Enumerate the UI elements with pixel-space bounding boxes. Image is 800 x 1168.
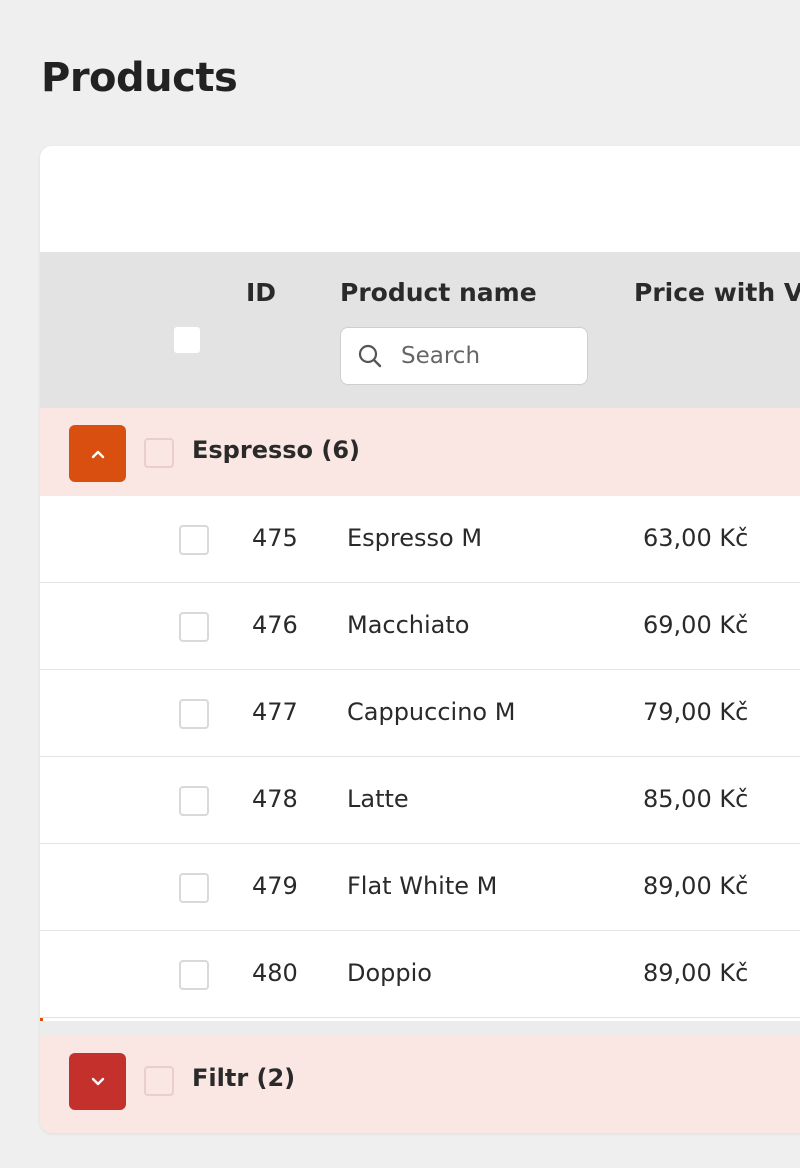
table-row[interactable]: 479 Flat White M 89,00 Kč — [40, 844, 800, 931]
cell-id: 475 — [252, 524, 298, 552]
cell-product-name: Flat White M — [347, 872, 498, 900]
cell-id: 480 — [252, 959, 298, 987]
cell-product-name: Cappuccino M — [347, 698, 516, 726]
search-input[interactable] — [401, 343, 571, 369]
product-rows: 475 Espresso M 63,00 Kč 476 Macchiato 69… — [40, 496, 800, 1018]
group-row-espresso[interactable]: Espresso (6) — [40, 408, 800, 496]
cell-id: 477 — [252, 698, 298, 726]
column-header-price[interactable]: Price with VA — [634, 278, 800, 307]
chevron-down-icon — [90, 1072, 106, 1091]
cell-price: 89,00 Kč — [643, 959, 749, 987]
group-expand-button[interactable] — [69, 1053, 126, 1110]
cell-product-name: Latte — [347, 785, 409, 813]
table-row[interactable]: 477 Cappuccino M 79,00 Kč — [40, 670, 800, 757]
table-row[interactable]: 476 Macchiato 69,00 Kč — [40, 583, 800, 670]
table-row[interactable]: 475 Espresso M 63,00 Kč — [40, 496, 800, 583]
group-label: Espresso (6) — [192, 436, 361, 464]
products-table-card: ID Product name Price with VA Espresso (… — [40, 146, 800, 1133]
group-checkbox[interactable] — [144, 438, 174, 468]
row-checkbox[interactable] — [179, 699, 209, 729]
cell-price: 69,00 Kč — [643, 611, 749, 639]
cell-id: 476 — [252, 611, 298, 639]
cell-id: 478 — [252, 785, 298, 813]
cell-price: 85,00 Kč — [643, 785, 749, 813]
row-checkbox[interactable] — [179, 612, 209, 642]
group-collapse-button[interactable] — [69, 425, 126, 482]
product-name-search[interactable] — [340, 327, 588, 385]
group-divider — [40, 1021, 800, 1036]
row-checkbox[interactable] — [179, 960, 209, 990]
column-header-id[interactable]: ID — [246, 278, 276, 307]
row-checkbox[interactable] — [179, 525, 209, 555]
cell-id: 479 — [252, 872, 298, 900]
cell-price: 89,00 Kč — [643, 872, 749, 900]
cell-price: 63,00 Kč — [643, 524, 749, 552]
select-all-checkbox[interactable] — [174, 327, 200, 353]
cell-product-name: Macchiato — [347, 611, 470, 639]
page-title: Products — [41, 55, 238, 101]
column-header-product-name[interactable]: Product name — [340, 278, 537, 307]
row-checkbox[interactable] — [179, 873, 209, 903]
table-row[interactable]: 480 Doppio 89,00 Kč — [40, 931, 800, 1018]
search-icon — [358, 344, 382, 368]
cell-product-name: Espresso M — [347, 524, 483, 552]
table-row[interactable]: 478 Latte 85,00 Kč — [40, 757, 800, 844]
group-row-filtr[interactable]: Filtr (2) — [40, 1036, 800, 1133]
group-label: Filtr (2) — [192, 1064, 296, 1092]
cell-price: 79,00 Kč — [643, 698, 749, 726]
row-checkbox[interactable] — [179, 786, 209, 816]
table-header: ID Product name Price with VA — [40, 252, 800, 408]
cell-product-name: Doppio — [347, 959, 432, 987]
group-checkbox[interactable] — [144, 1066, 174, 1096]
chevron-up-icon — [90, 444, 106, 463]
